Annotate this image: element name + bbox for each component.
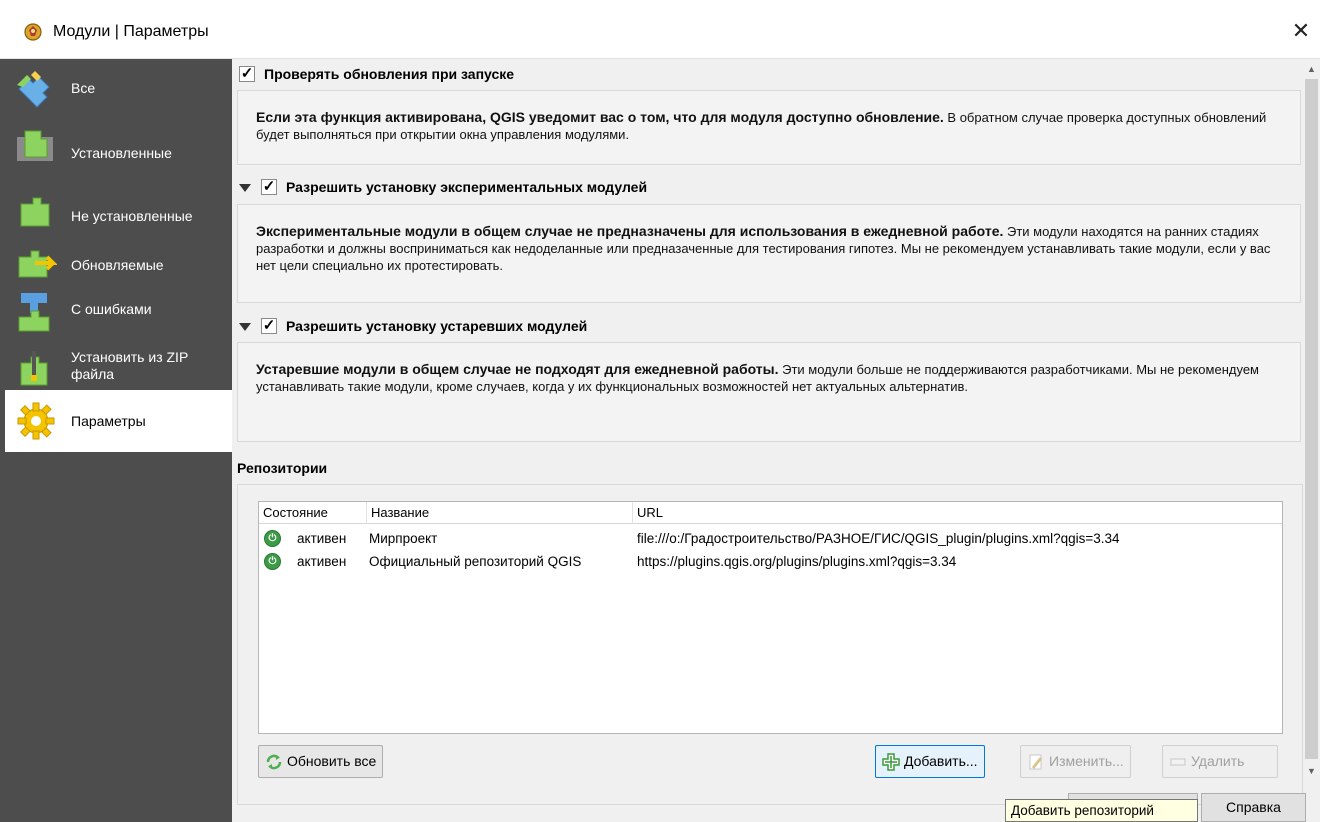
allow-experimental-checkbox[interactable]: ✓ (261, 179, 277, 195)
collapse-arrow-icon[interactable] (239, 184, 251, 192)
repo-url: https://plugins.qgis.org/plugins/plugins… (637, 554, 957, 569)
description-bold: Устаревшие модули в общем случае не подх… (256, 361, 779, 377)
remove-minus-icon (1170, 758, 1186, 766)
refresh-icon (266, 754, 282, 770)
repo-status: активен (297, 554, 347, 569)
active-status-icon: ⏻ (264, 530, 281, 547)
check-updates-label: Проверять обновления при запуске (264, 66, 515, 82)
sidebar-item-settings[interactable]: Параметры (5, 390, 232, 452)
sidebar-item-label: Все (71, 80, 96, 96)
table-header: Состояние Название URL (259, 502, 1282, 524)
sidebar-item-installed[interactable]: Установленные (5, 121, 232, 183)
zip-install-icon (20, 351, 48, 386)
sidebar-item-label: Установить из ZIP файла (71, 349, 189, 382)
reload-all-label: Обновить все (287, 753, 377, 769)
allow-deprecated-label: Разрешить установку устаревших модулей (286, 318, 588, 334)
scroll-thumb[interactable] (1305, 79, 1318, 759)
edit-repository-label: Изменить... (1049, 753, 1124, 769)
puzzle-all-icon (17, 71, 50, 108)
column-separator (366, 502, 367, 524)
puzzle-installed-icon (17, 130, 53, 161)
table-row[interactable]: ⏻ активен Официальный репозиторий QGIS h… (259, 551, 1282, 574)
description-bold: Если эта функция активирована, QGIS увед… (256, 109, 944, 125)
delete-repository-label: Удалить (1191, 753, 1245, 769)
repo-url: file:///o:/Градостроительство/РАЗНОЕ/ГИС… (637, 531, 1120, 546)
sidebar-item-label: Установленные (71, 145, 172, 161)
vertical-scrollbar[interactable]: ▲ ▼ (1303, 59, 1320, 781)
app-logo-icon (24, 23, 42, 41)
column-status[interactable]: Состояние (263, 505, 328, 520)
reload-all-button[interactable]: Обновить все (258, 745, 384, 778)
settings-panel: ✓ Проверять обновления при запуске Если … (232, 59, 1303, 805)
active-status-icon: ⏻ (264, 553, 281, 570)
settings-gear-icon (17, 402, 55, 440)
help-button[interactable]: Справка (1201, 793, 1306, 822)
experimental-description: Экспериментальные модули в общем случае … (237, 204, 1301, 303)
add-plus-icon (882, 753, 900, 771)
repositories-group: Состояние Название URL ⏻ активен Мирпрое… (237, 484, 1303, 805)
table-row[interactable]: ⏻ активен Мирпроект file:///o:/Градостро… (259, 528, 1282, 551)
repo-name: Официальный репозиторий QGIS (369, 554, 582, 569)
column-url[interactable]: URL (637, 505, 663, 520)
description-bold: Экспериментальные модули в общем случае … (256, 223, 1004, 239)
sidebar-item-all[interactable]: Все (5, 59, 232, 121)
sidebar-item-label: Параметры (71, 413, 146, 429)
puzzle-not-installed-icon (20, 197, 50, 227)
help-label: Справка (1226, 799, 1281, 815)
allow-deprecated-checkbox[interactable]: ✓ (261, 318, 277, 334)
repositories-label: Репозитории (237, 460, 328, 476)
scroll-down-arrow-icon[interactable]: ▼ (1303, 764, 1320, 781)
deprecated-description: Устаревшие модули в общем случае не подх… (237, 342, 1301, 442)
sidebar-item-label: C ошибками (71, 301, 152, 317)
check-updates-description: Если эта функция активирована, QGIS увед… (237, 90, 1301, 165)
sidebar-item-label: Не установленные (71, 208, 193, 224)
scroll-up-arrow-icon[interactable]: ▲ (1303, 59, 1320, 76)
add-repository-label: Добавить... (904, 753, 978, 769)
check-updates-checkbox[interactable]: ✓ (239, 66, 255, 82)
edit-pencil-icon (1029, 754, 1042, 770)
column-name[interactable]: Название (371, 505, 429, 520)
allow-experimental-label: Разрешить установку экспериментальных мо… (286, 179, 648, 195)
repo-name: Мирпроект (369, 531, 438, 546)
window-title: Модули | Параметры (53, 23, 209, 40)
column-separator (632, 502, 633, 524)
add-repository-tooltip: Добавить репозиторий (1005, 799, 1198, 822)
delete-repository-button[interactable]: Удалить (1162, 745, 1278, 778)
close-icon[interactable]: ✕ (1286, 16, 1316, 46)
add-repository-button[interactable]: Добавить... (875, 745, 985, 778)
edit-repository-button[interactable]: Изменить... (1020, 745, 1131, 778)
repositories-table[interactable]: Состояние Название URL ⏻ активен Мирпрое… (258, 501, 1283, 734)
sidebar-item-label: Обновляемые (71, 257, 164, 273)
collapse-arrow-icon[interactable] (239, 323, 251, 331)
title-bar: Модули | Параметры ✕ (0, 0, 1320, 59)
sidebar: Все Установленные Не установленные Обнов… (0, 59, 232, 822)
repo-status: активен (297, 531, 347, 546)
puzzle-broken-icon (18, 293, 50, 332)
puzzle-upgradeable-icon (18, 250, 57, 278)
sidebar-item-broken[interactable]: C ошибками (5, 287, 232, 349)
